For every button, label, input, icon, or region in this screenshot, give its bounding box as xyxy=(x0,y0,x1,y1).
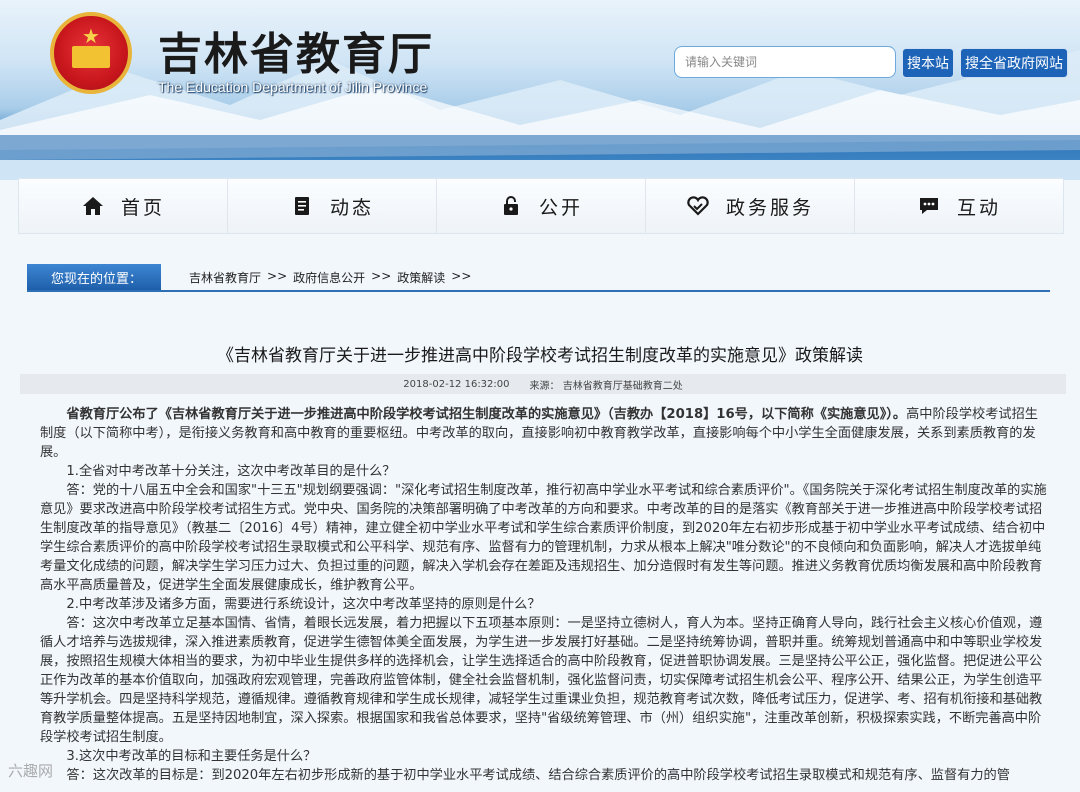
site-title-english: The Education Department of Jilin Provin… xyxy=(158,79,428,95)
search-site-button[interactable]: 搜本站 xyxy=(902,48,954,78)
article-paragraph: 省教育厅公布了《吉林省教育厅关于进一步推进高中阶段学校考试招生制度改革的实施意见… xyxy=(40,405,1050,462)
nav-label: 互动 xyxy=(956,196,1001,219)
article-question: 3.这次中考改革的目标和主要任务是什么？ xyxy=(66,749,317,764)
breadcrumb: 您现在的位置： 吉林省教育厅 >> 政府信息公开 >> 政策解读 >> xyxy=(27,264,1050,292)
nav-label: 动态 xyxy=(329,196,374,219)
breadcrumb-item-home[interactable]: 吉林省教育厅 xyxy=(189,269,261,286)
lock-icon xyxy=(503,196,518,215)
breadcrumb-label: 您现在的位置： xyxy=(27,264,161,290)
nav-label: 首页 xyxy=(120,196,165,219)
home-icon xyxy=(82,197,103,215)
header-banner: ★ 吉林省教育厅 The Education Department of Jil… xyxy=(0,0,1080,180)
article-title: 《吉林省教育厅关于进一步推进高中阶段学校考试招生制度改革的实施意见》政策解读 xyxy=(217,346,863,366)
article-answer: 答：党的十八届五中全会和国家"十三五"规划纲要强调："深化考试招生制度改革，推行… xyxy=(40,483,1047,593)
chat-icon xyxy=(919,198,938,214)
breadcrumb-trail: 吉林省教育厅 >> 政府信息公开 >> 政策解读 >> xyxy=(189,269,471,286)
article-answer: 答：这次中考改革立足基本国情、省情，着眼长远发展，着力把握以下五项基本原则：一是… xyxy=(40,616,1043,745)
article-answer: 答：这次改革的目标是：到2020年左右初步形成新的基于初中学业水平考试成绩、结合… xyxy=(66,768,1010,783)
breadcrumb-item-policy[interactable]: 政策解读 xyxy=(397,269,445,286)
nav-item-news[interactable]: 动态 xyxy=(228,179,437,233)
watermark: 六趣网 xyxy=(8,762,54,780)
search-all-gov-button[interactable]: 搜全省政府网站 xyxy=(960,48,1068,78)
nav-item-home[interactable]: 首页 xyxy=(19,179,228,233)
search-input[interactable] xyxy=(674,46,896,78)
article-question: 2.中考改革涉及诸多方面，需要进行系统设计，这次中考改革坚持的原则是什么？ xyxy=(66,597,541,612)
site-title: 吉林省教育厅 xyxy=(158,29,434,80)
article-lead-bold: 省教育厅公布了《吉林省教育厅关于进一步推进高中阶段学校考试招生制度改革的实施意见… xyxy=(66,407,907,422)
breadcrumb-separator: >> xyxy=(267,269,288,283)
article-source: 来源： 吉林省教育厅基础教育二处 xyxy=(529,380,683,392)
breadcrumb-separator: >> xyxy=(451,269,472,283)
nav-item-gov-service[interactable]: 政务服务 xyxy=(646,179,855,233)
breadcrumb-separator: >> xyxy=(371,269,392,283)
article-question: 1.全省对中考改革十分关注，这次中考改革目的是什么？ xyxy=(66,464,396,479)
nav-label: 公开 xyxy=(538,196,583,219)
nav-label: 政务服务 xyxy=(725,196,814,219)
breadcrumb-item-info-public[interactable]: 政府信息公开 xyxy=(293,269,365,286)
article-meta: 2018-02-12 16:32:00 来源： 吉林省教育厅基础教育二处 xyxy=(20,374,1066,394)
national-emblem-icon: ★ xyxy=(50,12,132,94)
handshake-heart-icon xyxy=(687,196,709,216)
article-date: 2018-02-12 16:32:00 xyxy=(403,378,510,390)
nav-item-public[interactable]: 公开 xyxy=(437,179,646,233)
nav-item-interaction[interactable]: 互动 xyxy=(855,179,1063,233)
document-icon xyxy=(294,197,309,215)
article-body: 省教育厅公布了《吉林省教育厅关于进一步推进高中阶段学校考试招生制度改革的实施意见… xyxy=(40,405,1050,785)
main-nav: 首页 动态 公开 政务服务 互动 xyxy=(18,178,1064,234)
